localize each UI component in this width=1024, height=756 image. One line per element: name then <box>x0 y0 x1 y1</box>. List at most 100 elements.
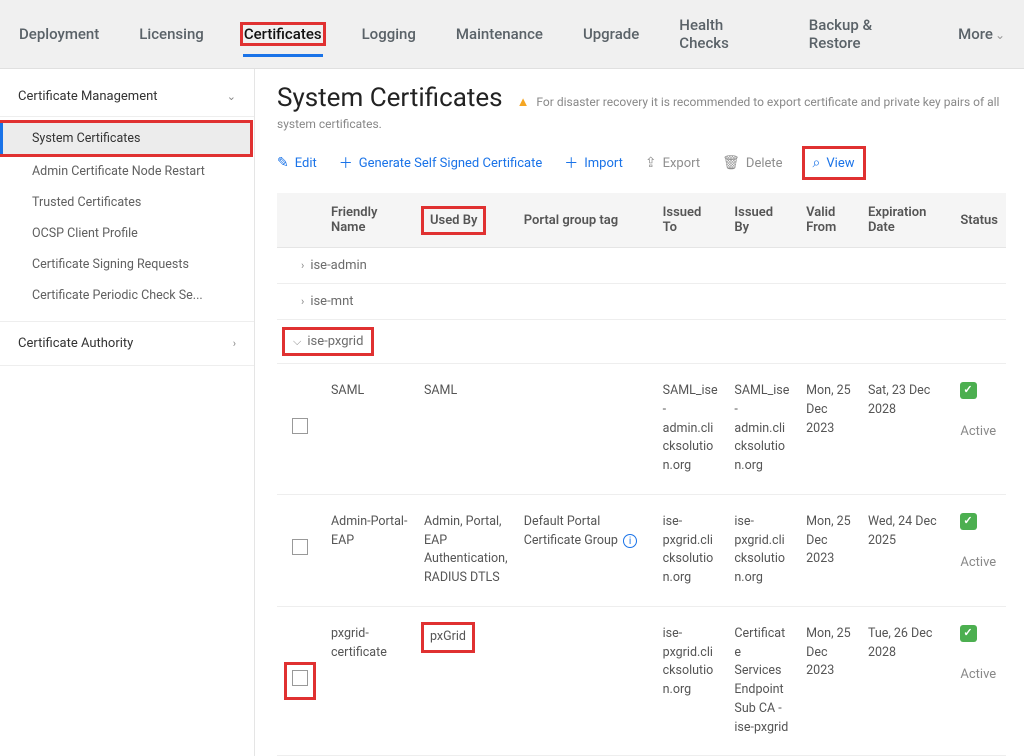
cell-expiration: Wed, 24 Dec 2025 <box>860 494 952 606</box>
sidebar-authority-label: Certificate Authority <box>18 336 133 351</box>
main-content: System Certificates ▲ For disaster recov… <box>255 69 1024 756</box>
row-checkbox[interactable] <box>292 418 308 434</box>
warning-text-1: For disaster recovery it is recommended … <box>536 95 999 109</box>
delete-label: Delete <box>746 156 783 171</box>
trash-icon: 🗑 <box>722 155 740 171</box>
sidebar-item-trusted-certificates[interactable]: Trusted Certificates <box>0 187 254 218</box>
cell-portal-group <box>516 606 655 756</box>
col-status[interactable]: Status <box>952 193 1006 248</box>
search-icon: ⌕ <box>813 155 821 171</box>
cell-used-by: Admin, Portal, EAP Authentication, RADIU… <box>416 494 516 606</box>
edit-label: Edit <box>295 156 317 171</box>
col-issued-by[interactable]: Issued By <box>726 193 798 248</box>
group-ise-pxgrid[interactable]: ⌵ ise-pxgrid <box>277 320 1006 364</box>
row-checkbox[interactable] <box>292 670 308 686</box>
cell-used-by: SAML <box>416 364 516 495</box>
sidebar: Certificate Management ⌄ System Certific… <box>0 69 255 756</box>
view-button[interactable]: ⌕ View <box>813 155 855 171</box>
tab-more[interactable]: More⌄ <box>957 23 1006 45</box>
sidebar-item-periodic-check[interactable]: Certificate Periodic Check Se... <box>0 280 254 311</box>
page-title: System Certificates <box>277 83 503 113</box>
col-portal-group[interactable]: Portal group tag <box>516 193 655 248</box>
import-button[interactable]: ＋ Import <box>564 153 623 173</box>
chevron-right-icon: › <box>301 295 304 308</box>
sidebar-section-label: Certificate Management <box>18 89 158 104</box>
cell-friendly-name: pxgrid-certificate <box>323 606 416 756</box>
tab-backup-restore[interactable]: Backup & Restore <box>808 14 919 54</box>
view-label: View <box>826 156 854 171</box>
col-used-by[interactable]: Used By <box>416 193 516 248</box>
edit-button[interactable]: ✎ Edit <box>277 155 317 171</box>
warning-text-2: system certificates. <box>277 117 1006 131</box>
col-issued-to[interactable]: Issued To <box>655 193 727 248</box>
col-valid-from[interactable]: Valid From <box>798 193 860 248</box>
import-label: Import <box>584 156 623 171</box>
row-checkbox[interactable] <box>292 539 308 555</box>
sidebar-item-admin-cert-restart[interactable]: Admin Certificate Node Restart <box>0 156 254 187</box>
top-tabs: Deployment Licensing Certificates Loggin… <box>0 0 1024 69</box>
cell-issued-to: ise-pxgrid.clicksolution.org <box>655 606 727 756</box>
plus-icon: ＋ <box>564 153 578 173</box>
status-badge <box>960 513 977 530</box>
cell-expiration: Sat, 23 Dec 2028 <box>860 364 952 495</box>
tab-deployment[interactable]: Deployment <box>18 23 100 45</box>
plus-icon: ＋ <box>339 153 353 173</box>
tab-logging[interactable]: Logging <box>361 23 417 45</box>
tab-licensing[interactable]: Licensing <box>138 23 205 45</box>
cell-portal-group <box>516 364 655 495</box>
tab-upgrade[interactable]: Upgrade <box>582 23 640 45</box>
sidebar-item-system-certificates[interactable]: System Certificates <box>0 123 250 154</box>
generate-label: Generate Self Signed Certificate <box>359 156 542 171</box>
sidebar-item-csr[interactable]: Certificate Signing Requests <box>0 249 254 280</box>
group-label: ise-pxgrid <box>307 334 363 349</box>
pencil-icon: ✎ <box>277 155 289 171</box>
tab-more-label: More <box>958 25 993 43</box>
tab-health-checks[interactable]: Health Checks <box>678 14 769 54</box>
generate-self-signed-button[interactable]: ＋ Generate Self Signed Certificate <box>339 153 542 173</box>
sidebar-section-cert-mgmt[interactable]: Certificate Management ⌄ <box>0 77 254 117</box>
export-button[interactable]: ⇪ Export <box>645 155 700 171</box>
col-used-by-label: Used By <box>430 213 477 228</box>
export-label: Export <box>663 156 701 171</box>
table-row: pxgrid-certificate pxGrid ise-pxgrid.cli… <box>277 606 1006 756</box>
cell-used-by: pxGrid <box>416 606 516 756</box>
status-text: Active <box>960 665 998 685</box>
toolbar: ✎ Edit ＋ Generate Self Signed Certificat… <box>277 149 1006 177</box>
cell-expiration: Tue, 26 Dec 2028 <box>860 606 952 756</box>
cell-issued-by: ise-pxgrid.clicksolution.org <box>726 494 798 606</box>
disaster-warning: ▲ For disaster recovery it is recommende… <box>517 94 1000 110</box>
cell-friendly-name: Admin-Portal-EAP <box>323 494 416 606</box>
group-label: ise-mnt <box>310 294 353 309</box>
group-ise-mnt[interactable]: › ise-mnt <box>277 284 1006 320</box>
cell-valid-from: Mon, 25 Dec 2023 <box>798 364 860 495</box>
chevron-right-icon: › <box>301 259 304 272</box>
table-row: Admin-Portal-EAP Admin, Portal, EAP Auth… <box>277 494 1006 606</box>
warning-icon: ▲ <box>517 95 530 110</box>
status-badge <box>960 382 977 399</box>
tab-certificates[interactable]: Certificates <box>243 23 323 57</box>
cell-issued-to: ise-pxgrid.clicksolution.org <box>655 494 727 606</box>
cell-portal-group: Default Portal Certificate Group i <box>516 494 655 606</box>
info-icon[interactable]: i <box>623 534 637 548</box>
used-by-value: pxGrid <box>430 629 466 644</box>
status-text: Active <box>960 422 998 442</box>
cell-valid-from: Mon, 25 Dec 2023 <box>798 606 860 756</box>
chevron-down-icon: ⌄ <box>995 28 1005 42</box>
chevron-down-icon: ⌵ <box>293 335 301 348</box>
export-icon: ⇪ <box>645 155 657 171</box>
tab-maintenance[interactable]: Maintenance <box>455 23 544 45</box>
cell-valid-from: Mon, 25 Dec 2023 <box>798 494 860 606</box>
chevron-right-icon: › <box>233 337 236 350</box>
cell-issued-by: Certificate Services Endpoint Sub CA - i… <box>726 606 798 756</box>
sidebar-section-cert-authority[interactable]: Certificate Authority › <box>0 321 254 366</box>
status-badge <box>960 625 977 642</box>
delete-button[interactable]: 🗑 Delete <box>722 155 782 171</box>
cell-issued-to: SAML_ise-admin.clicksolution.org <box>655 364 727 495</box>
table-row: SAML SAML SAML_ise-admin.clicksolution.o… <box>277 364 1006 495</box>
col-friendly-name[interactable]: Friendly Name <box>323 193 416 248</box>
cell-issued-by: SAML_ise-admin.clicksolution.org <box>726 364 798 495</box>
chevron-down-icon: ⌄ <box>227 90 236 103</box>
sidebar-item-ocsp-profile[interactable]: OCSP Client Profile <box>0 218 254 249</box>
group-ise-admin[interactable]: ›ise-admin <box>277 248 1006 284</box>
col-expiration[interactable]: Expiration Date <box>860 193 952 248</box>
